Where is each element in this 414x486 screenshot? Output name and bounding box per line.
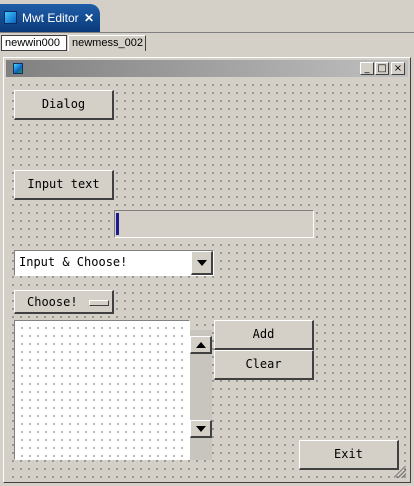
scroll-down-button[interactable] (190, 420, 212, 438)
editor-tabbar: Mwt Editor ✕ (0, 0, 414, 33)
close-icon[interactable]: ✕ (84, 4, 94, 32)
choose-option-button[interactable]: Choose! (14, 290, 114, 314)
combo-dropdown-button[interactable] (191, 251, 213, 275)
subtab-newmess-002[interactable]: newmess_002 (68, 35, 146, 51)
input-choose-combo[interactable]: Input & Choose! (14, 250, 214, 276)
editor-tab-mwt[interactable]: Mwt Editor ✕ (0, 4, 100, 32)
design-canvas[interactable]: Dialog Input text Input & Choose! Choose… (6, 78, 408, 480)
mwt-editor-icon (4, 11, 17, 24)
option-menu-indicator-icon (89, 300, 109, 306)
minimize-button[interactable]: _ (360, 62, 374, 75)
exit-button[interactable]: Exit (299, 440, 399, 470)
window-close-button[interactable]: × (391, 62, 405, 75)
clear-button[interactable]: Clear (214, 350, 314, 380)
arrow-down-icon (195, 425, 206, 432)
window-app-icon (13, 63, 23, 74)
arrow-up-icon (195, 341, 206, 348)
dialog-button[interactable]: Dialog (14, 90, 114, 120)
scroll-up-button[interactable] (190, 336, 212, 354)
editor-tab-title: Mwt Editor (22, 11, 79, 25)
resize-grip-icon[interactable] (394, 466, 406, 478)
design-window: _ □ × Dialog Input text Input & Choose! … (3, 57, 411, 483)
item-listbox[interactable] (14, 320, 190, 460)
add-button[interactable]: Add (214, 320, 314, 350)
list-scrollbar[interactable] (190, 330, 212, 460)
subtab-newwin000[interactable]: newwin000 (1, 35, 67, 51)
text-input-field[interactable] (114, 210, 314, 238)
text-caret (116, 213, 119, 235)
window-titlebar[interactable]: _ □ × (6, 60, 408, 77)
chevron-down-icon (196, 259, 207, 266)
input-text-button[interactable]: Input text (14, 170, 114, 200)
combo-value: Input & Choose! (19, 255, 128, 269)
choose-label: Choose! (27, 295, 78, 309)
subtab-strip: newwin000 newmess_002 (0, 33, 414, 53)
maximize-button[interactable]: □ (375, 62, 389, 75)
